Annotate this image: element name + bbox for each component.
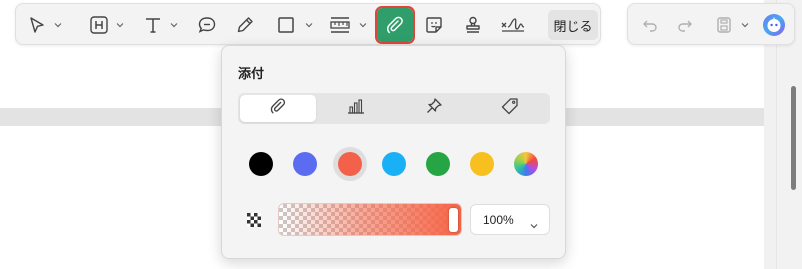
assistant-button[interactable] — [761, 10, 787, 40]
save-icon — [715, 16, 733, 34]
history-toolbar — [627, 3, 795, 45]
redo-icon — [677, 17, 693, 33]
shape-tool-dropdown[interactable] — [305, 21, 313, 29]
opacity-checker-icon — [247, 213, 261, 227]
color-swatch-yellow[interactable] — [470, 152, 494, 176]
color-swatch-red[interactable] — [338, 152, 362, 176]
color-swatch-sky-blue[interactable] — [382, 152, 406, 176]
paperclip-icon — [269, 97, 287, 120]
heading-tool-dropdown[interactable] — [116, 21, 124, 29]
close-button[interactable]: 閉じる — [548, 10, 598, 40]
bar-chart-icon — [346, 97, 366, 120]
redo-button[interactable] — [673, 10, 697, 40]
ruler-icon — [329, 15, 351, 35]
save-dropdown[interactable] — [741, 21, 749, 29]
speech-bubble-icon — [197, 15, 217, 35]
popup-title: 添付 — [238, 66, 265, 81]
attachment-popup: 添付 100% — [221, 45, 566, 259]
undo-icon — [642, 17, 658, 33]
measure-tool-button[interactable] — [326, 10, 354, 40]
measure-tool-dropdown[interactable] — [359, 21, 367, 29]
tab-graph[interactable] — [318, 95, 394, 122]
text-tool-dropdown[interactable] — [170, 21, 178, 29]
color-swatch-custom[interactable] — [514, 152, 538, 176]
annotation-toolbar: 閉じる — [15, 3, 601, 45]
shape-tool-button[interactable] — [273, 10, 299, 40]
signature-tool-button[interactable] — [498, 10, 528, 40]
text-tool-button[interactable] — [140, 10, 166, 40]
opacity-select[interactable]: 100% — [470, 204, 550, 235]
chevron-down-icon — [530, 217, 538, 229]
attachment-tool-button[interactable] — [375, 6, 415, 44]
ai-assistant-icon — [762, 13, 786, 37]
undo-button[interactable] — [638, 10, 662, 40]
select-tool-dropdown[interactable] — [54, 21, 62, 29]
tab-tag[interactable] — [472, 95, 548, 122]
stamp-tool-button[interactable] — [460, 10, 486, 40]
heading-h-icon — [89, 15, 109, 35]
select-tool-button[interactable] — [24, 10, 50, 40]
color-swatch-black[interactable] — [249, 152, 273, 176]
heading-tool-button[interactable] — [86, 10, 112, 40]
color-swatch-green[interactable] — [426, 152, 450, 176]
save-button[interactable] — [712, 10, 736, 40]
text-t-icon — [143, 15, 163, 35]
attachment-type-tabs — [238, 93, 550, 124]
pen-icon — [235, 15, 255, 35]
opacity-slider-thumb[interactable] — [449, 208, 458, 232]
paperclip-icon — [385, 15, 405, 35]
pen-tool-button[interactable] — [232, 10, 258, 40]
sticker-tool-button[interactable] — [421, 10, 447, 40]
color-swatch-blue[interactable] — [293, 152, 317, 176]
comment-tool-button[interactable] — [194, 10, 220, 40]
tag-icon — [501, 97, 519, 120]
sticker-icon — [424, 15, 444, 35]
pushpin-icon — [425, 97, 443, 120]
scrollbar-thumb[interactable] — [791, 86, 796, 190]
opacity-slider[interactable] — [278, 203, 462, 236]
tab-pushpin[interactable] — [396, 95, 472, 122]
cursor-arrow-icon — [28, 16, 46, 34]
tab-attachment[interactable] — [240, 95, 316, 122]
opacity-value: 100% — [483, 213, 514, 227]
signature-icon — [500, 15, 526, 35]
square-icon — [277, 16, 295, 34]
stamp-icon — [463, 15, 483, 35]
